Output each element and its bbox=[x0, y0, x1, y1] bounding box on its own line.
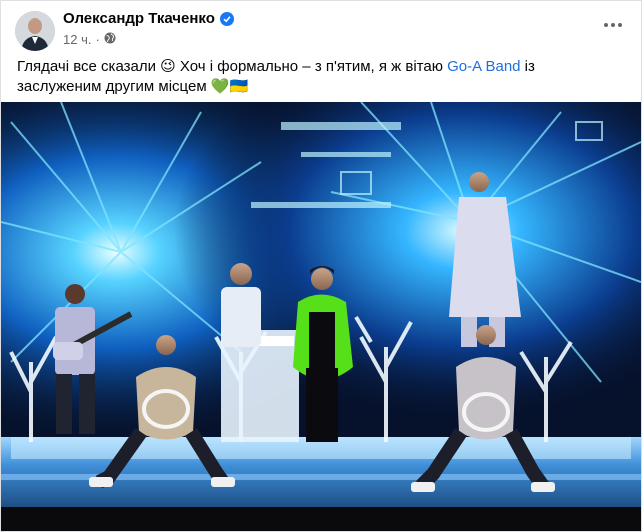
author-avatar[interactable] bbox=[15, 11, 55, 51]
post-photo[interactable] bbox=[1, 102, 641, 531]
post-meta: 12 ч. · bbox=[63, 32, 116, 47]
mention-link[interactable]: Go-A Band bbox=[447, 58, 520, 75]
meta-separator: · bbox=[95, 32, 100, 47]
post-time[interactable]: 12 ч. bbox=[63, 32, 91, 47]
author-name[interactable]: Олександр Ткаченко bbox=[63, 10, 215, 27]
post-header: Олександр Ткаченко bbox=[63, 10, 234, 27]
photo-bottom-strip bbox=[1, 507, 641, 531]
facebook-post: Олександр Ткаченко 12 ч. · Глядачі все с… bbox=[0, 0, 642, 532]
globe-icon[interactable] bbox=[104, 32, 116, 47]
verified-badge-icon bbox=[219, 11, 234, 26]
more-options-icon[interactable] bbox=[599, 15, 627, 35]
stage-performance-photo bbox=[1, 102, 641, 531]
post-text-start: Глядачі все сказали 😉 Хоч і формально – … bbox=[17, 58, 448, 75]
post-text: Глядачі все сказали 😉 Хоч і формально – … bbox=[17, 57, 617, 97]
avatar-photo bbox=[15, 11, 55, 51]
